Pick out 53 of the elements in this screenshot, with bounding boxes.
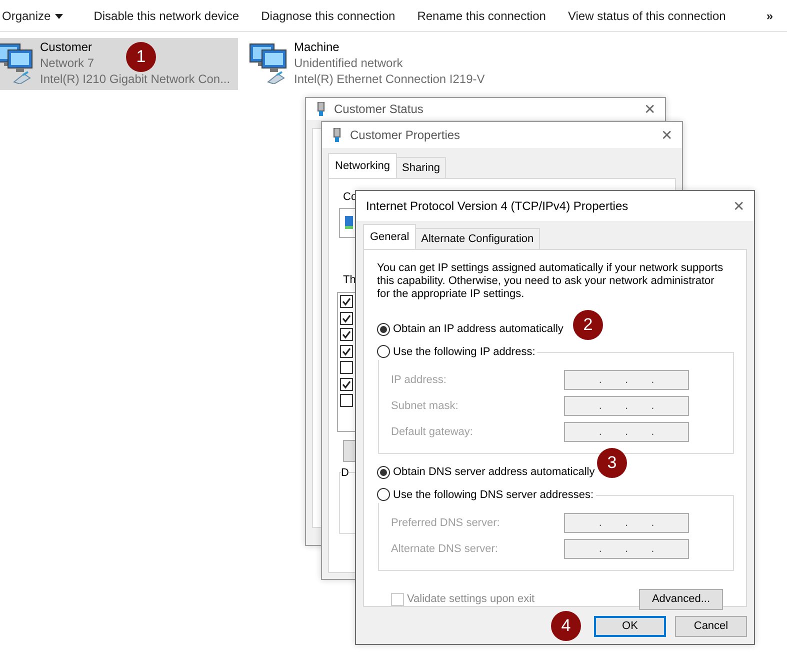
window-title: Internet Protocol Version 4 (TCP/IPv4) Properties <box>366 198 628 215</box>
cancel-button[interactable]: Cancel <box>675 616 747 637</box>
toolbar-command[interactable]: View status of this connection <box>556 6 737 24</box>
connection-name: Machine <box>294 40 340 55</box>
tab[interactable]: Sharing <box>396 156 446 178</box>
connection-name: Customer <box>40 40 92 55</box>
field-label: IP address: <box>391 372 448 388</box>
connection-icon <box>332 128 342 142</box>
checkbox[interactable] <box>340 361 353 374</box>
adapter-name: Intel(R) Ethernet Connection I219-V <box>294 71 485 87</box>
organize-menu[interactable]: Organize <box>2 6 83 24</box>
checkbox[interactable] <box>340 328 353 341</box>
radio-option[interactable]: Obtain an IP address automatically <box>377 321 566 338</box>
radio-dot[interactable] <box>377 466 390 479</box>
radio-option[interactable]: Use the following IP address: <box>377 344 538 360</box>
close-button[interactable]: ✕ <box>652 124 682 146</box>
group-label: D <box>341 467 349 479</box>
adapter-name: Intel(R) I210 Gigabit Network Con... <box>40 71 230 87</box>
close-button[interactable]: ✕ <box>635 98 665 120</box>
window-title: Customer Properties <box>350 127 460 144</box>
tab[interactable]: Alternate Configuration <box>415 228 540 249</box>
field-label: Subnet mask: <box>391 398 460 414</box>
checkbox[interactable] <box>340 378 353 390</box>
tab[interactable]: Networking <box>328 152 398 178</box>
radio-option[interactable]: Obtain DNS server address automatically <box>377 464 597 480</box>
checkbox[interactable] <box>340 344 353 358</box>
connection-status: Network 7 <box>40 55 94 71</box>
toolbar-command[interactable]: Rename this connection <box>406 6 557 24</box>
connection-status: Unidentified network <box>294 55 403 71</box>
ok-button[interactable]: OK <box>594 616 666 637</box>
tab[interactable]: General <box>363 224 416 249</box>
overflow-button[interactable]: » <box>755 6 787 24</box>
radio-dot[interactable] <box>377 322 390 336</box>
checkbox[interactable] <box>340 295 353 308</box>
section-label: Th <box>343 272 356 288</box>
toolbar-command[interactable]: Disable this network device <box>82 6 250 24</box>
intro-text: You can get IP settings assigned automatically if your network supports this capability. Otherwise, you need to ask your network administrator for the appropriate IP settings. <box>377 262 724 301</box>
radio-dot[interactable] <box>377 345 390 358</box>
field-label: Preferred DNS server: <box>391 516 501 531</box>
field-label: Default gateway: <box>391 424 474 440</box>
close-button[interactable]: ✕ <box>724 194 754 218</box>
field-label: Alternate DNS server: <box>391 542 499 557</box>
radio-dot[interactable] <box>377 488 390 502</box>
checkbox[interactable] <box>340 394 353 407</box>
adapter-icon <box>345 214 353 230</box>
checkbox[interactable] <box>340 312 353 324</box>
connection-icon <box>316 102 326 116</box>
advanced-button[interactable]: Advanced... <box>639 589 723 610</box>
toolbar-command[interactable]: Diagnose this connection <box>250 6 406 24</box>
connection-tile[interactable]: Machine Unidentified network Intel(R) Ethernet Connection I219-V <box>248 38 486 90</box>
radio-option[interactable]: Use the following DNS server addresses: <box>377 486 596 503</box>
caret-icon <box>54 14 63 19</box>
window-title: Customer Status <box>334 101 424 118</box>
